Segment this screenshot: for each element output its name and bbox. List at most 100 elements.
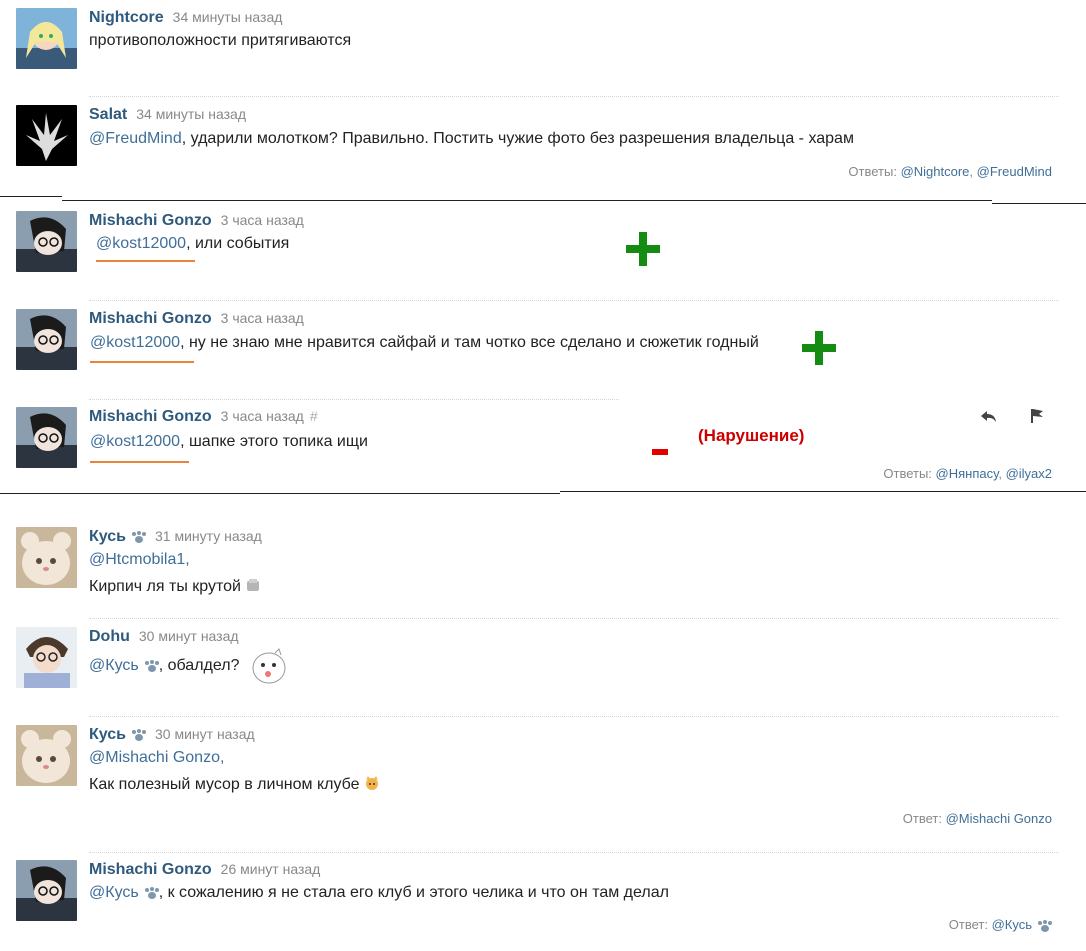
replies-label: Ответ:: [902, 811, 942, 826]
avatar[interactable]: [16, 407, 77, 468]
comment-header: Mishachi Gonzo 3 часа назад: [89, 309, 304, 328]
mention-link[interactable]: @FreudMind: [89, 130, 182, 147]
divider: [992, 203, 1086, 204]
text: , или события: [186, 235, 290, 252]
comment-text: @kost12000, шапке этого топика ищи: [90, 432, 368, 452]
divider: [89, 300, 1059, 301]
paw-icon: [144, 886, 159, 899]
mention-link[interactable]: @kost12000: [90, 433, 180, 450]
timestamp: 3 часа назад: [220, 310, 304, 326]
avatar[interactable]: [16, 105, 77, 166]
avatar[interactable]: [16, 211, 77, 272]
mention-link[interactable]: @Mishachi Gonzo,: [89, 749, 224, 766]
reply-link[interactable]: @FreudMind: [977, 164, 1052, 179]
comment-text: @Кусь , к сожалению я не стала его клуб и…: [89, 883, 669, 903]
paw-icon: [144, 659, 159, 672]
reply-icon[interactable]: [980, 407, 998, 425]
highlight-underline: [90, 461, 189, 463]
avatar[interactable]: [16, 725, 77, 786]
timestamp: 34 минуты назад: [172, 9, 283, 25]
comment-text: @kost12000, или события: [96, 234, 289, 254]
comment-text: @kost12000, ну не знаю мне нравится сайф…: [90, 333, 759, 353]
reply-link[interactable]: @ilyax2: [1006, 466, 1052, 481]
brick-emoji-icon: [245, 577, 261, 593]
author-link[interactable]: Dohu: [89, 628, 130, 645]
comment: Mishachi Gonzo 3 часа назад @kost12000, н…: [16, 309, 1060, 371]
comment: Dohu 30 минут назад @Кусь , обалдел?: [16, 627, 1060, 689]
author-link[interactable]: Кусь: [89, 726, 126, 743]
permalink[interactable]: #: [310, 408, 318, 424]
avatar[interactable]: [16, 309, 77, 370]
comment-text: @FreudMind, ударили молотком? Правильно.…: [89, 129, 854, 149]
comment: Кусь 31 минуту назад @Htcmobila1, Кирпич …: [16, 527, 1060, 599]
paw-icon: [1038, 919, 1052, 932]
replies: Ответ: @Кусь: [949, 917, 1052, 932]
author-link[interactable]: Mishachi Gonzo: [89, 408, 212, 425]
replies-label: Ответ:: [948, 917, 988, 932]
timestamp: 31 минуту назад: [155, 528, 262, 544]
divider: [89, 716, 1059, 717]
replies-label: Ответы:: [848, 164, 897, 179]
comment: Кусь 30 минут назад @Mishachi Gonzo, Как …: [16, 725, 1060, 835]
plus-mark: [802, 331, 836, 365]
divider: [0, 196, 62, 197]
comment-header: Mishachi Gonzo 3 часа назад #: [89, 407, 318, 426]
text: Как полезный мусор в личном клубе: [89, 776, 360, 793]
timestamp: 30 минут назад: [138, 628, 239, 644]
comment-mention: @Htcmobila1,: [89, 550, 190, 570]
comment: Mishachi Gonzo 3 часа назад # @kost12000, …: [16, 407, 1060, 487]
replies: Ответы: @Nightcore, @FreudMind: [848, 164, 1052, 179]
mention-link[interactable]: @Кусь: [89, 657, 139, 674]
replies-label: Ответы:: [883, 466, 932, 481]
timestamp: 30 минут назад: [155, 726, 255, 742]
minus-mark: [652, 449, 668, 455]
plus-mark: [626, 232, 660, 266]
comment: Salat 34 минуты назад @FreudMind, ударили…: [16, 105, 1060, 185]
avatar[interactable]: [16, 627, 77, 688]
divider: [560, 491, 1086, 492]
highlight-underline: [96, 260, 195, 262]
mention-link[interactable]: @Htcmobila1,: [89, 551, 190, 568]
comment-text: Как полезный мусор в личном клубе: [89, 775, 380, 795]
comment: Nightcore 34 минуты назад противоположнос…: [16, 8, 1060, 70]
mention-link[interactable]: @Кусь: [89, 884, 139, 901]
surprised-emoji-icon: [249, 647, 289, 687]
author-link[interactable]: Mishachi Gonzo: [89, 212, 212, 229]
flag-icon[interactable]: [1028, 407, 1046, 425]
violation-label: (Нарушение): [698, 426, 805, 445]
comment-header: Кусь 30 минут назад: [89, 725, 255, 744]
text: Кирпич ля ты крутой: [89, 578, 241, 595]
replies: Ответ: @Mishachi Gonzo: [903, 811, 1052, 826]
comment-header: Salat 34 минуты назад: [89, 105, 246, 124]
mention-link[interactable]: @kost12000: [90, 334, 180, 351]
reply-link[interactable]: @Nightcore: [901, 164, 970, 179]
avatar[interactable]: [16, 8, 77, 69]
timestamp: 26 минут назад: [220, 861, 321, 877]
author-link[interactable]: Mishachi Gonzo: [89, 310, 212, 327]
author-link[interactable]: Nightcore: [89, 9, 164, 26]
highlight-underline: [90, 361, 194, 363]
comment-text: Кирпич ля ты крутой: [89, 577, 261, 597]
comment-header: Кусь 31 минуту назад: [89, 527, 262, 546]
author-link[interactable]: Salat: [89, 106, 127, 123]
reply-link[interactable]: @Mishachi Gonzo: [946, 811, 1052, 826]
divider: [89, 96, 1059, 97]
mention-link[interactable]: @kost12000: [96, 235, 186, 252]
divider: [62, 200, 992, 201]
text: , к сожалению я не стала его клуб и этог…: [158, 884, 669, 901]
text: , ну не знаю мне нравится сайфай и там ч…: [180, 334, 759, 351]
reply-link[interactable]: @Нянпасу: [936, 466, 999, 481]
divider: [89, 399, 619, 400]
avatar[interactable]: [16, 527, 77, 588]
author-link[interactable]: Mishachi Gonzo: [89, 861, 212, 878]
comment-text: @Кусь , обалдел?: [89, 656, 239, 676]
paw-icon: [132, 729, 146, 742]
comment-text: противоположности притягиваются: [89, 32, 352, 49]
author-link[interactable]: Кусь: [89, 528, 126, 545]
text: , ударили молотком? Правильно. Постить ч…: [181, 130, 854, 147]
comment-header: Dohu 30 минут назад: [89, 627, 239, 646]
reply-link[interactable]: @Кусь: [992, 917, 1032, 932]
comment-header: Nightcore 34 минуты назад: [89, 8, 282, 27]
avatar[interactable]: [16, 860, 77, 921]
timestamp: 3 часа назад: [220, 408, 304, 424]
